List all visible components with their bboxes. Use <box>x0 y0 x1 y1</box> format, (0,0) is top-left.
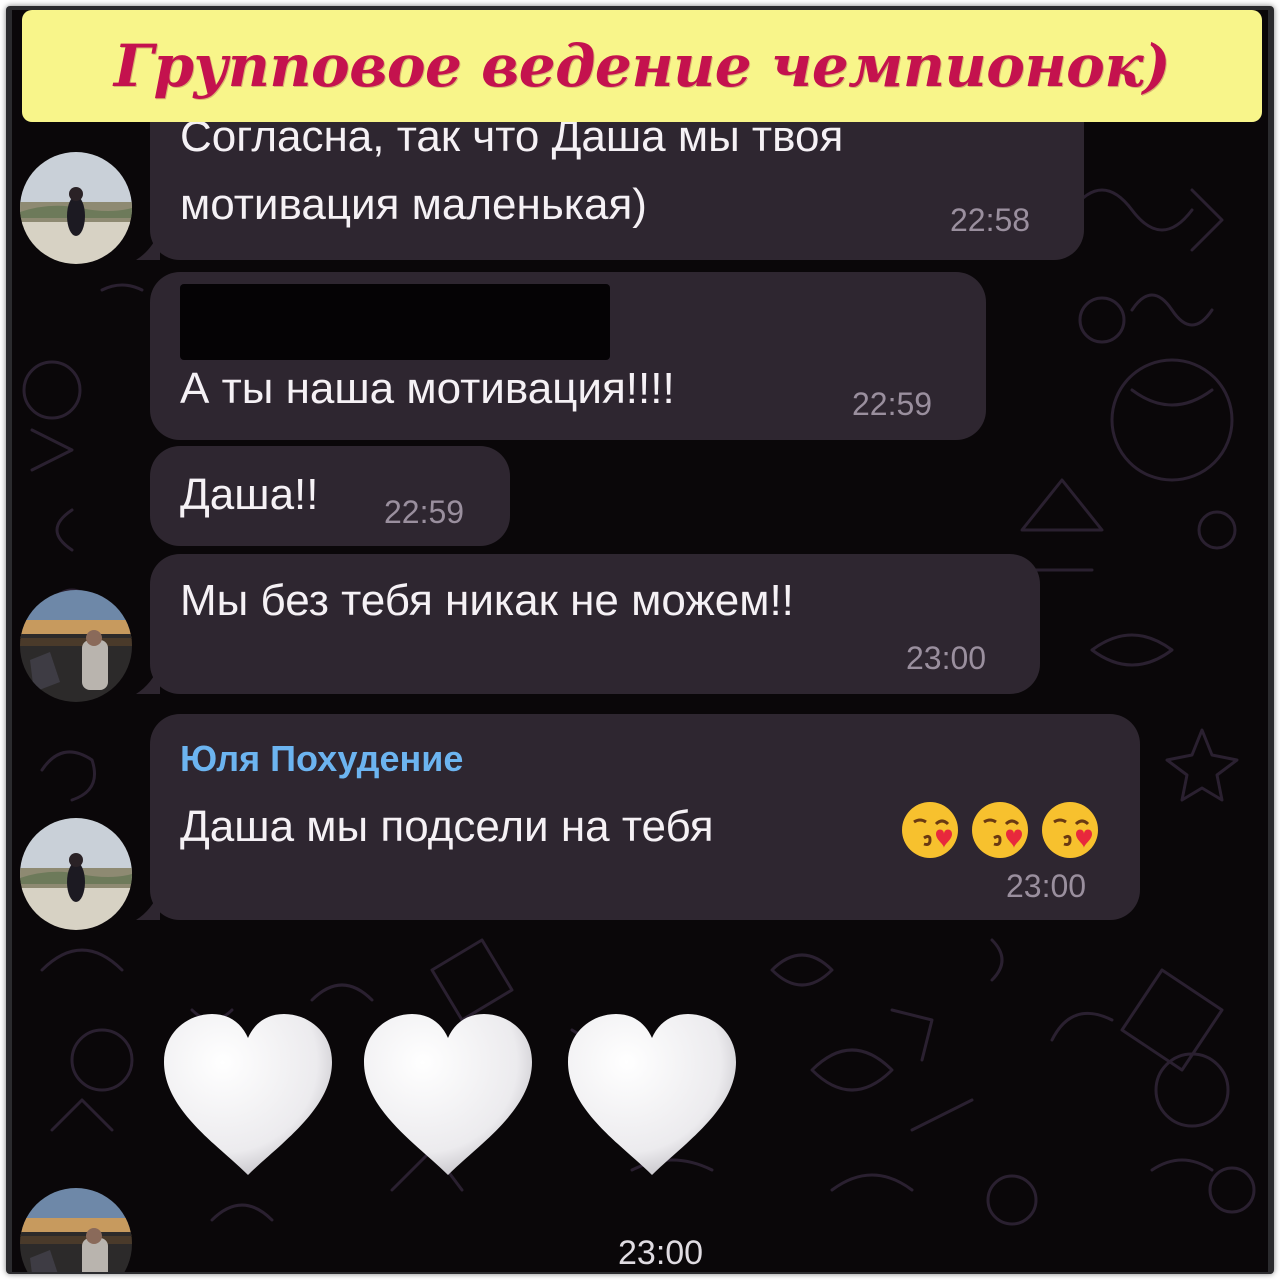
avatar-julia[interactable] <box>20 152 132 264</box>
bubble-tail <box>136 890 160 920</box>
bubble-tail <box>136 230 160 260</box>
sender-name[interactable]: Юля Похудение <box>180 738 463 780</box>
avatar-photo-beach <box>20 152 132 264</box>
message-text: Даша!! <box>180 470 319 519</box>
bubble-tail <box>136 664 160 694</box>
message-text: А ты наша мотивация!!!! <box>180 364 675 413</box>
avatar-julia[interactable] <box>20 818 132 930</box>
message-time: 23:00 <box>618 1234 704 1272</box>
avatar-darya[interactable] <box>20 590 132 702</box>
message-text: мотивация маленькая) <box>180 180 647 229</box>
title-banner: Групповое ведение чемпионок) <box>22 10 1262 122</box>
message-time: 22:59 <box>852 386 933 422</box>
white-heart-emoji <box>164 1014 332 1175</box>
white-heart-emoji <box>364 1014 532 1175</box>
redacted-reply <box>180 284 610 360</box>
message-time: 22:58 <box>950 202 1031 238</box>
white-heart-emoji <box>568 1014 736 1175</box>
message-time: 23:00 <box>906 640 987 676</box>
avatar-photo-beach <box>20 818 132 930</box>
kissing-heart-emoji <box>902 802 958 858</box>
message-time: 22:59 <box>384 494 465 530</box>
message-time: 23:00 <box>1006 868 1087 904</box>
kissing-heart-emoji <box>972 802 1028 858</box>
message-text: Мы без тебя никак не можем!! <box>180 576 794 625</box>
banner-title: Групповое ведение чемпионок) <box>113 32 1171 100</box>
avatar-photo-sunset <box>20 590 132 702</box>
kissing-heart-emoji <box>1042 802 1098 858</box>
chat-area[interactable]: Согласна, так что Даша мы твоя мотивация… <box>12 10 1268 1272</box>
message-text: Даша мы подсели на тебя <box>180 802 714 851</box>
